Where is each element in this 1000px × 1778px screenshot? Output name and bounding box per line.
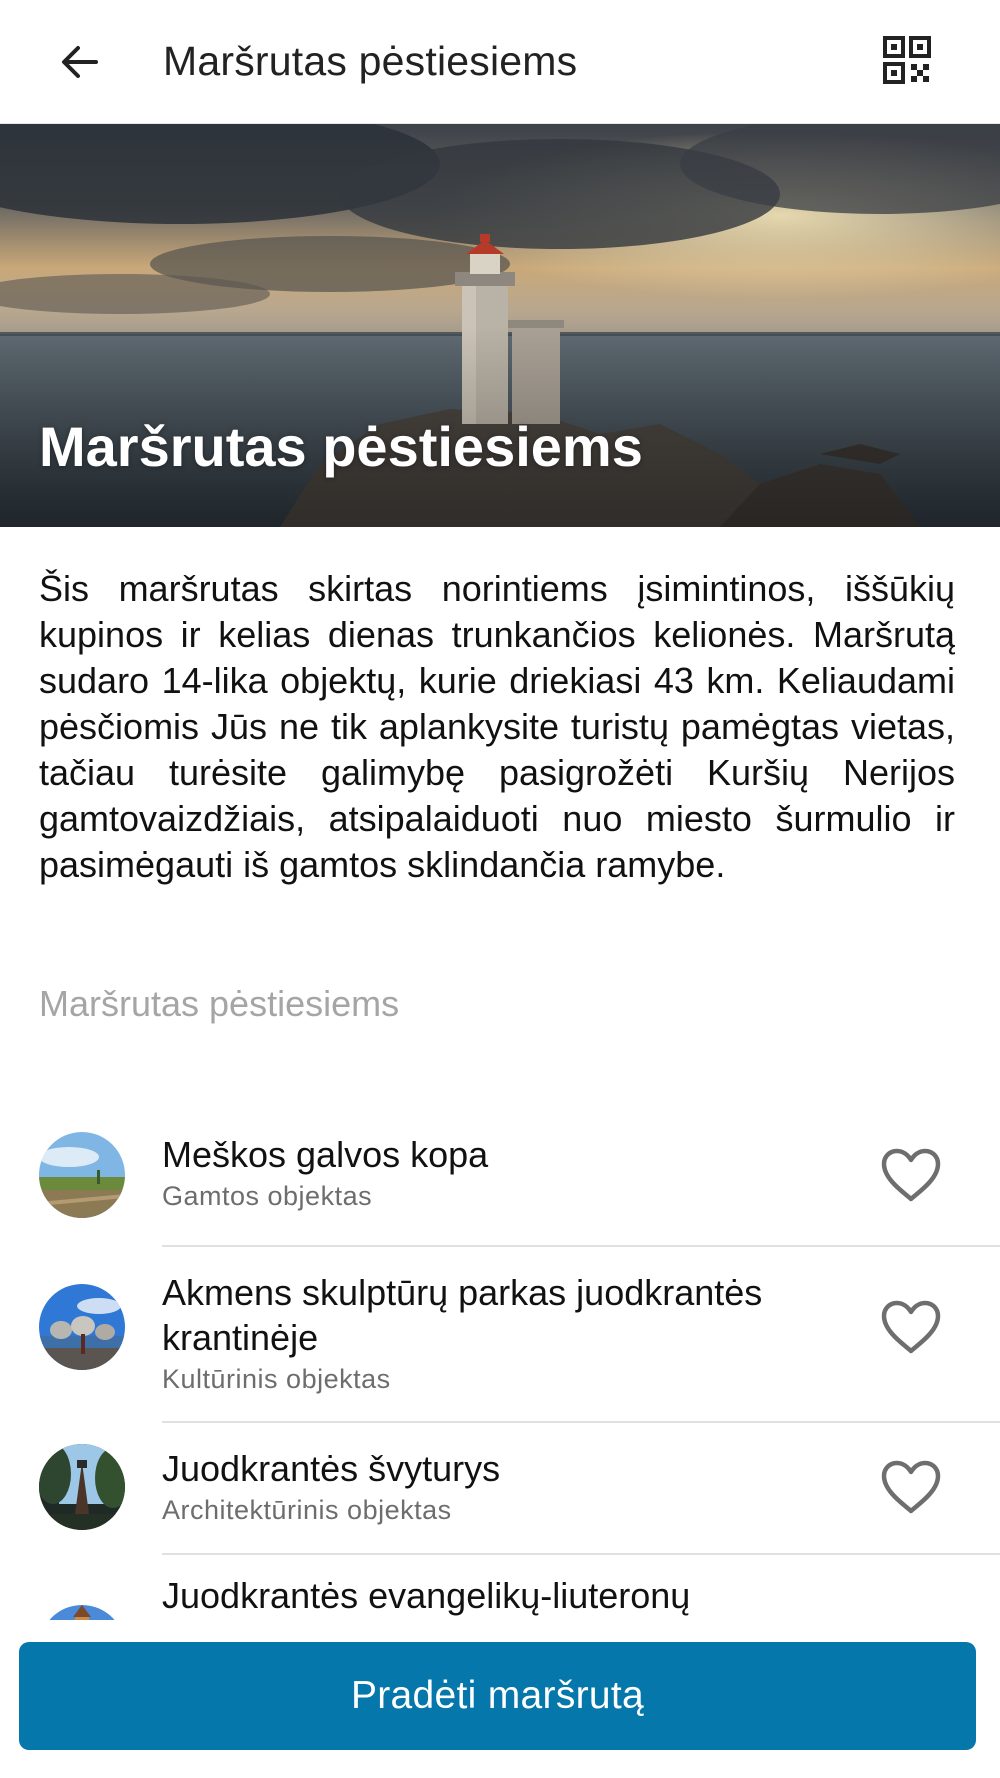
list-item-subtitle: Kultūrinis objektas xyxy=(162,1364,391,1394)
list-item-subtitle: Gamtos objektas xyxy=(162,1181,373,1211)
stone-sculptures-thumbnail xyxy=(39,1284,125,1370)
hero-title: Maršrutas pėstiesiems xyxy=(39,415,643,478)
dune-landscape-thumbnail xyxy=(39,1132,125,1218)
list-item[interactable]: Meškos galvos kopa Gamtos objektas xyxy=(0,1115,1000,1245)
section-label: Maršrutas pėstiesiems xyxy=(39,983,400,1024)
start-route-button[interactable]: Pradėti maršrutą xyxy=(19,1642,976,1750)
back-arrow-icon[interactable] xyxy=(56,38,104,86)
heart-outline-icon[interactable] xyxy=(880,1459,942,1515)
list-item-subtitle: Architektūrinis objektas xyxy=(162,1495,452,1525)
list-item-title: Juodkrantės švyturys xyxy=(162,1448,501,1489)
qr-code-icon[interactable] xyxy=(883,36,931,84)
heart-outline-icon[interactable] xyxy=(880,1147,942,1203)
list-item-title: Juodkrantės evangelikų-liuteronų xyxy=(162,1575,691,1616)
route-screen: Maršrutas pėstiesiems Maršrutas pėstiesi… xyxy=(0,0,1000,1778)
list-item-title: Meškos galvos kopa xyxy=(162,1134,489,1175)
route-description: Šis maršrutas skirtas norintiems įsimint… xyxy=(39,568,955,885)
list-item-text: Akmens skulptūrų parkas juodkrantės kran… xyxy=(162,1270,842,1396)
list-item-text: Juodkrantės evangelikų-liuteronų xyxy=(162,1573,842,1618)
list-item-text: Juodkrantės švyturys Architektūrinis obj… xyxy=(162,1446,842,1527)
lighthouse-tower-thumbnail xyxy=(39,1444,125,1530)
list-item[interactable]: Akmens skulptūrų parkas juodkrantės kran… xyxy=(0,1247,1000,1421)
hero-banner: Maršrutas pėstiesiems xyxy=(0,124,1000,527)
list-item-title: Akmens skulptūrų parkas juodkrantės kran… xyxy=(162,1272,763,1358)
top-app-bar: Maršrutas pėstiesiems xyxy=(0,0,1000,124)
page-title: Maršrutas pėstiesiems xyxy=(163,38,578,84)
list-item-text: Meškos galvos kopa Gamtos objektas xyxy=(162,1132,842,1213)
list-item[interactable]: Juodkrantės švyturys Architektūrinis obj… xyxy=(0,1423,1000,1553)
heart-outline-icon[interactable] xyxy=(880,1299,942,1355)
